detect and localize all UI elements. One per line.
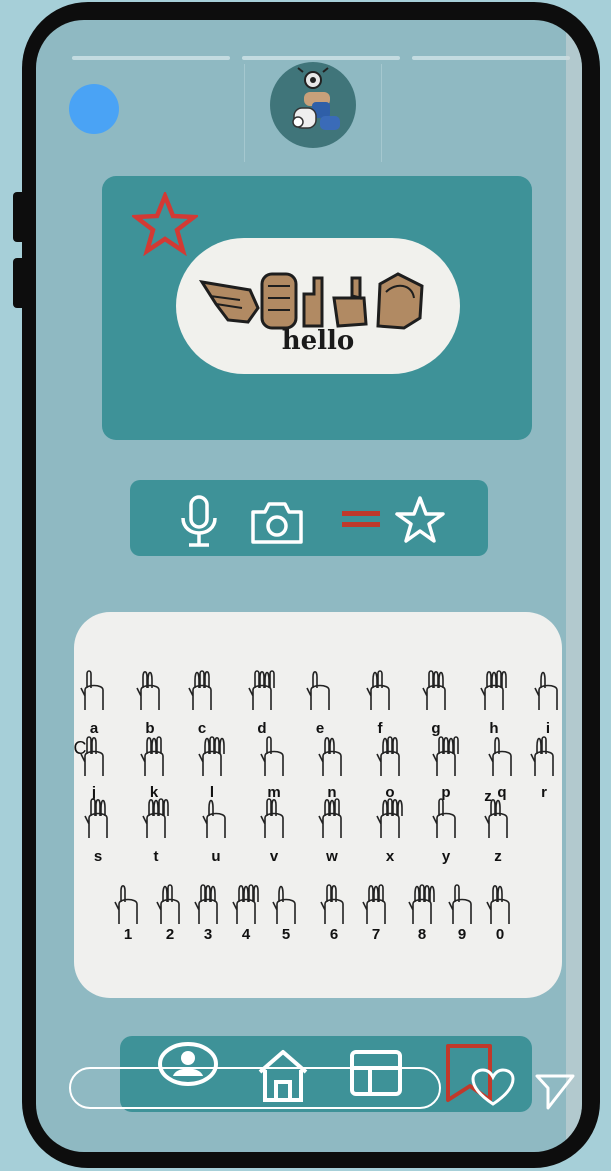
volume-down-button xyxy=(13,258,25,308)
number-label-8: 8 xyxy=(417,926,427,943)
hand-sign-icon xyxy=(140,736,164,776)
phone-screen: hello abcdefghijklmnopqrstuvwxyzzC123456… xyxy=(36,20,582,1152)
hand-sign-icon xyxy=(318,798,342,838)
hand-sign-icon xyxy=(534,671,558,710)
reply-input[interactable] xyxy=(69,1067,441,1109)
letter-label-t: t xyxy=(153,848,159,865)
hand-sign-icon xyxy=(272,885,296,924)
letter-label-y: y xyxy=(441,848,451,865)
letter-label-s: s xyxy=(93,848,103,865)
hand-sign-icon xyxy=(362,884,386,924)
number-label-3: 3 xyxy=(203,926,213,943)
hand-sign-icon xyxy=(480,670,507,710)
sign-language-profile-picture xyxy=(292,67,340,130)
j-motion-label: C xyxy=(73,738,87,758)
hand-sign-icon xyxy=(488,736,512,776)
screen-edge xyxy=(566,20,582,1152)
send-icon[interactable] xyxy=(534,1070,576,1112)
hand-sign-icon xyxy=(156,884,180,924)
hand-sign-icon xyxy=(530,736,554,776)
hand-sign-icon xyxy=(432,736,459,776)
hand-sign-icon xyxy=(366,670,390,710)
hand-sign-icon xyxy=(448,884,472,924)
number-label-7: 7 xyxy=(371,926,381,943)
letter-label-v: v xyxy=(269,848,279,865)
hand-sign-icon xyxy=(114,884,138,924)
hand-sign-icon xyxy=(432,798,456,838)
hand-sign-icon xyxy=(376,736,400,776)
number-label-5: 5 xyxy=(281,926,291,943)
sticker-text: hello xyxy=(281,326,355,356)
letter-label-u: u xyxy=(211,848,221,865)
heart-icon[interactable] xyxy=(470,1068,516,1108)
number-label-0: 0 xyxy=(495,926,505,943)
hand-sign-icon xyxy=(486,884,510,924)
profile-picture[interactable] xyxy=(270,62,356,148)
hand-sign-icon xyxy=(320,884,344,924)
letter-label-r: r xyxy=(541,784,547,801)
hand-sign-icon xyxy=(198,736,225,776)
volume-up-button xyxy=(13,192,25,242)
hand-sign-icon xyxy=(194,884,218,924)
story-progress xyxy=(72,56,570,60)
hand-sign-icon xyxy=(80,670,104,710)
hand-sign-icon xyxy=(408,884,435,924)
hand-sign-icon xyxy=(260,736,284,776)
letter-label-w: w xyxy=(326,848,338,865)
status-dot[interactable] xyxy=(69,84,119,134)
hand-sign-icon xyxy=(376,798,403,838)
number-label-6: 6 xyxy=(329,926,339,943)
hand-sign-icon xyxy=(260,798,284,838)
letter-label-z: z xyxy=(494,848,502,865)
hand-sign-icon xyxy=(142,798,169,838)
z-motion-label: z xyxy=(484,788,492,805)
hand-sign-icon xyxy=(136,670,160,710)
camera-icon[interactable] xyxy=(248,498,306,546)
hand-sign-icon xyxy=(232,884,259,924)
hand-sign-icon xyxy=(248,670,275,710)
number-label-4: 4 xyxy=(241,926,251,943)
hand-sign-icon xyxy=(318,736,342,776)
progress-segment xyxy=(412,56,570,60)
star-outline-icon[interactable] xyxy=(392,494,448,546)
hand-sign-icon xyxy=(422,670,446,710)
hand-sign-icon xyxy=(84,798,108,838)
progress-segment xyxy=(72,56,230,60)
microphone-icon[interactable] xyxy=(178,494,220,550)
progress-segment xyxy=(242,56,400,60)
equals-icon xyxy=(342,511,380,527)
letter-label-x: x xyxy=(385,848,395,865)
number-label-1: 1 xyxy=(123,926,133,943)
number-label-9: 9 xyxy=(457,926,467,943)
number-label-2: 2 xyxy=(165,926,175,943)
hand-sign-icon xyxy=(188,670,212,710)
hand-sign-icon xyxy=(306,670,330,710)
hand-sign-icon xyxy=(202,799,226,838)
